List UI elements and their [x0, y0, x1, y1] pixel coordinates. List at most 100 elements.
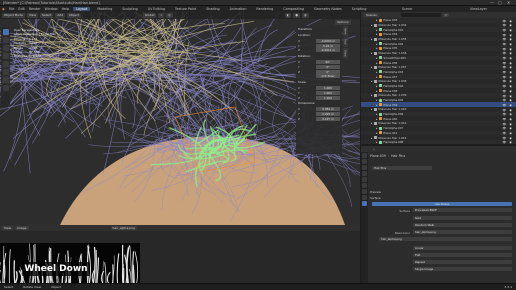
menu-object[interactable]: Object	[67, 13, 81, 18]
extension-select[interactable]: Repeat	[413, 260, 512, 265]
shading-solid-icon[interactable]: ●	[293, 13, 301, 18]
dimension-z-field[interactable]: 0.197 m	[316, 116, 340, 121]
tab-layout[interactable]: Layout	[73, 7, 91, 11]
menu-help[interactable]: Help	[62, 7, 70, 11]
tab-animation[interactable]: Animation	[227, 7, 250, 11]
menu-add[interactable]: Add	[55, 13, 66, 18]
menu-file[interactable]: File	[9, 7, 15, 11]
surface-shader-select[interactable]: Principled BSDF	[413, 208, 512, 213]
tab-uv-editing[interactable]: UV Editing	[145, 7, 168, 11]
rotation-y-field[interactable]: 0°	[316, 64, 340, 69]
options-dropdown[interactable]: Options	[335, 20, 351, 25]
snap-icon[interactable]: ⌖	[158, 13, 165, 18]
outliner-tree: ▸ Plane.033 👁 ◉ ▸ Molecule Hair 1.034 👁 ◉ ▸ Hai…	[361, 18, 516, 144]
object-type-icon	[378, 42, 382, 46]
move-tool-icon[interactable]	[2, 45, 9, 51]
rotation-mode-select[interactable]: XYZ Euler	[316, 74, 340, 79]
rotation-x-field[interactable]: 90°	[316, 59, 340, 64]
menu-render[interactable]: Render	[29, 7, 41, 11]
maximize-button[interactable]: ▢	[498, 0, 502, 5]
tab-view[interactable]: View	[343, 47, 349, 59]
interpolation-select[interactable]: Linear	[413, 246, 512, 251]
filter-icon[interactable]: ▽	[442, 12, 450, 18]
location-x-field[interactable]: -0.0093 m	[316, 38, 340, 43]
key-overlay-text: Wheel Down	[24, 264, 88, 274]
image-editor-header: View Image hair_alpha.png	[0, 225, 360, 231]
shading-material-icon[interactable]: ◍	[302, 13, 309, 18]
location-z-field[interactable]: -0.0011 m	[316, 48, 340, 53]
surface-panel[interactable]: Surface	[370, 196, 381, 200]
scale-z-field[interactable]: 1.000	[316, 95, 340, 100]
tab-modeling[interactable]: Modeling	[94, 7, 115, 11]
source-select[interactable]: Single Image	[413, 267, 512, 272]
dimension-x-field[interactable]: 0.382 m	[316, 107, 340, 112]
annotate-tool-icon[interactable]	[2, 77, 9, 83]
object-type-icon	[373, 136, 377, 140]
tab-scripting[interactable]: Scripting	[349, 7, 370, 11]
surface-label: Surface	[399, 209, 410, 213]
outliner-row[interactable]: ▸ HairAlpha.008 👁 ◉	[361, 139, 516, 144]
material-tab-icon[interactable]	[362, 201, 367, 206]
tab-compositing[interactable]: Compositing	[280, 7, 307, 11]
particles-tab-icon[interactable]	[362, 195, 367, 200]
tab-tool[interactable]: Tool	[343, 37, 349, 47]
scene-tab-icon[interactable]	[362, 171, 367, 176]
search-icon[interactable]: ⌕	[373, 147, 375, 151]
tab-sculpting[interactable]: Sculpting	[119, 7, 140, 11]
menu-window[interactable]: Window	[45, 7, 58, 11]
scale-x-field[interactable]: 1.000	[316, 85, 340, 90]
use-nodes-button[interactable]: Use Nodes	[372, 202, 512, 207]
cursor-tool-icon[interactable]	[2, 37, 9, 43]
tab-geometry-nodes[interactable]: Geometry Nodes	[311, 7, 345, 11]
preview-panel[interactable]: Preview	[370, 190, 381, 194]
mode-selector[interactable]: Object Mode	[2, 13, 25, 18]
render-tab-icon[interactable]	[362, 159, 367, 164]
menu-view[interactable]: View	[26, 13, 39, 18]
modifier-tab-icon[interactable]	[362, 189, 367, 194]
visibility-icon[interactable]: 👁 ◉	[503, 140, 513, 144]
distribution-select[interactable]: GGX	[413, 216, 512, 221]
subsurface-method-select[interactable]: Random Walk	[413, 223, 512, 228]
material-name-field[interactable]: Hair Pins	[372, 166, 432, 171]
rotation-z-field[interactable]: 0°	[316, 69, 340, 74]
tool-tab-icon[interactable]	[362, 153, 367, 158]
tab-item[interactable]: Item	[343, 26, 349, 37]
image-datablock-field[interactable]: hair_alpha.png	[379, 237, 512, 242]
display-mode-select[interactable]: Scenes	[364, 12, 379, 18]
tab-rendering[interactable]: Rendering	[253, 7, 276, 11]
menu-image[interactable]: Image	[15, 225, 29, 231]
location-label: Location:	[298, 33, 311, 37]
location-y-field[interactable]: 5.26 m	[316, 43, 340, 48]
select-tool-icon[interactable]	[2, 29, 9, 35]
minimize-button[interactable]: —	[490, 0, 494, 5]
measure-tool-icon[interactable]	[2, 85, 9, 91]
tab-texture-paint[interactable]: Texture Paint	[172, 7, 199, 11]
close-button[interactable]: ✕	[507, 0, 510, 5]
world-tab-icon[interactable]	[362, 177, 367, 182]
proportional-edit-icon[interactable]: ◎	[166, 13, 173, 18]
view-layer-selector[interactable]: ViewLayer	[470, 7, 487, 11]
menu-select[interactable]: Select	[40, 13, 54, 18]
properties-tab-strip	[361, 152, 368, 283]
transform-tool-icon[interactable]	[2, 69, 9, 75]
scene-selector[interactable]: Scene	[402, 7, 412, 11]
projection-select[interactable]: Flat	[413, 253, 512, 258]
expand-arrow-icon[interactable]: ▸	[376, 140, 377, 144]
tab-shading[interactable]: Shading	[203, 7, 222, 11]
menu-view[interactable]: View	[2, 225, 14, 231]
menu-edit[interactable]: Edit	[18, 7, 24, 11]
scale-y-field[interactable]: 1.000	[316, 90, 340, 95]
scale-tool-icon[interactable]	[2, 61, 9, 67]
overlay-icon[interactable]: ◐	[284, 13, 292, 18]
blender-logo-icon[interactable]: ◉	[2, 7, 5, 11]
dimension-y-field[interactable]: 0.295 m	[316, 111, 340, 116]
search-input[interactable]	[400, 12, 441, 18]
base-color-link[interactable]: hair_alpha.png	[413, 230, 512, 235]
output-tab-icon[interactable]	[362, 165, 367, 170]
image-selector[interactable]: hair_alpha.png	[110, 225, 137, 231]
orientation-selector[interactable]: Global	[142, 13, 157, 18]
transform-panel: Transform Location: X -0.0093 m Y 5.26 m Z…	[296, 26, 342, 154]
object-tab-icon[interactable]	[362, 183, 367, 188]
sidebar-tabs: Item Tool View	[343, 26, 351, 86]
rotate-tool-icon[interactable]	[2, 53, 9, 59]
